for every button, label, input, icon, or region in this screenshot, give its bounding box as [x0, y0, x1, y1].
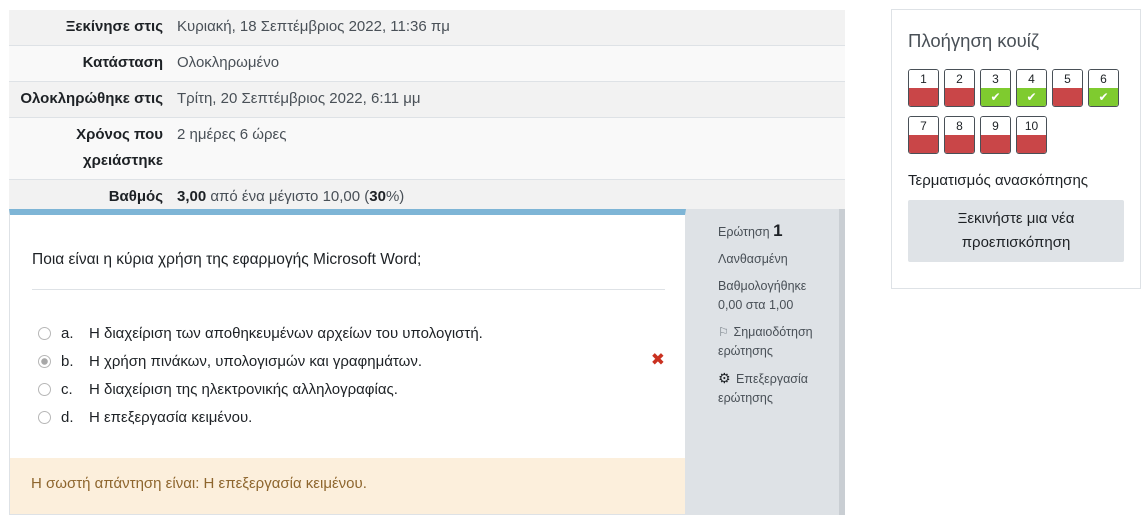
question-nav-grid: 1 2 3 ✔ 4 ✔ 5 6 ✔ 7 8 9 10 [908, 69, 1138, 163]
summary-row-state: Κατάσταση Ολοκληρωμένο [9, 45, 845, 82]
nav-question-button-8[interactable]: 8 [944, 116, 975, 154]
nav-question-number: 7 [909, 117, 938, 137]
nav-question-number: 1 [909, 70, 938, 90]
check-icon: ✔ [1017, 88, 1046, 106]
question-label: Ερώτηση [718, 225, 770, 239]
question-grade-info: Βαθμολογήθηκε 0,00 στα 1,00 [718, 277, 831, 315]
nav-question-button-6[interactable]: 6 ✔ [1088, 69, 1119, 107]
incorrect-state-bar [909, 88, 938, 106]
summary-value: Τρίτη, 20 Σεπτέμβριος 2022, 6:11 μμ [177, 90, 421, 107]
question-block: Ποια είναι η κύρια χρήση της εφαρμογής M… [9, 209, 845, 515]
radio-button[interactable] [38, 410, 51, 424]
answer-text: Η επεξεργασία κειμένου. [89, 408, 253, 426]
nav-question-button-2[interactable]: 2 [944, 69, 975, 107]
radio-button-selected[interactable] [38, 354, 51, 368]
new-preview-label: Ξεκινήστε μια νέα [957, 210, 1075, 227]
grade-percent: 30 [369, 188, 386, 205]
grade-score: 3,00 [177, 188, 207, 205]
question-number: Ερώτηση 1 [718, 221, 831, 242]
nav-question-button-7[interactable]: 7 [908, 116, 939, 154]
answer-text: Η χρήση πινάκων, υπολογισμών και γραφημά… [89, 352, 423, 370]
summary-row-time-taken: Χρόνος που χρειάστηκε 2 ημέρες 6 ώρες [9, 117, 845, 180]
nav-question-number: 4 [1017, 70, 1046, 90]
nav-question-button-5[interactable]: 5 [1052, 69, 1083, 107]
grade-tail: %) [385, 188, 405, 205]
nav-question-number: 6 [1089, 70, 1118, 90]
finish-review-link[interactable]: Τερματισμός ανασκόπησης [908, 172, 1088, 189]
question-number-value: 1 [773, 221, 783, 240]
nav-row: 1 2 3 ✔ 4 ✔ 5 6 ✔ [908, 69, 1138, 107]
incorrect-state-bar [945, 88, 974, 106]
flag-question-link[interactable]: ⚐ Σημαιοδότηση ερώτησης [718, 323, 831, 361]
incorrect-state-bar [1017, 135, 1046, 153]
nav-question-number: 5 [1053, 70, 1082, 90]
answer-text: Η διαχείριση της ηλεκτρονικής αλληλογραφ… [89, 380, 398, 398]
flag-label: Σημαιοδότηση [733, 325, 813, 339]
incorrect-icon: ✖ [650, 350, 665, 369]
summary-value: 2 ημέρες 6 ώρες [177, 126, 287, 143]
nav-question-number: 10 [1017, 117, 1046, 137]
nav-question-number: 3 [981, 70, 1010, 90]
check-icon: ✔ [981, 88, 1010, 106]
question-content: Ποια είναι η κύρια χρήση της εφαρμογής M… [9, 209, 686, 515]
summary-label: Κατάσταση [82, 54, 163, 71]
radio-button[interactable] [38, 382, 51, 396]
answer-option-a[interactable]: a. Η διαχείριση των αποθηκευμένων αρχείω… [38, 319, 663, 347]
gear-icon: ⚙ [718, 370, 731, 386]
graded-label: Βαθμολογήθηκε [718, 279, 807, 293]
summary-row-completed: Ολοκληρώθηκε στις Τρίτη, 20 Σεπτέμβριος … [9, 81, 845, 118]
new-preview-label-line2: προεπισκόπηση [961, 234, 1071, 251]
question-text: Ποια είναι η κύρια χρήση της εφαρμογής M… [32, 251, 422, 268]
nav-question-number: 2 [945, 70, 974, 90]
quiz-navigation-block: Πλοήγηση κουίζ 1 2 3 ✔ 4 ✔ 5 6 ✔ 7 8 9 10 Τερματισμό… [891, 9, 1141, 289]
nav-question-button-10[interactable]: 10 [1016, 116, 1047, 154]
incorrect-state-bar [909, 135, 938, 153]
summary-label: Χρόνος που χρειάστηκε [76, 126, 163, 169]
incorrect-state-bar [1053, 88, 1082, 106]
radio-button[interactable] [38, 326, 51, 340]
nav-question-button-9[interactable]: 9 [980, 116, 1011, 154]
edit-label-line2: ερώτησης [718, 391, 773, 405]
question-info-panel: Ερώτηση 1 Λανθασμένη Βαθμολογήθηκε 0,00 … [686, 209, 845, 515]
summary-value: Ολοκληρωμένο [177, 54, 280, 71]
summary-label: Ολοκληρώθηκε στις [20, 90, 163, 107]
answer-letter: b. [61, 352, 74, 370]
answer-letter: c. [61, 380, 73, 398]
nav-question-button-3[interactable]: 3 ✔ [980, 69, 1011, 107]
summary-row-started: Ξεκίνησε στις Κυριακή, 18 Σεπτέμβριος 20… [9, 10, 845, 46]
nav-row: 7 8 9 10 [908, 116, 1138, 154]
answer-option-b[interactable]: b. Η χρήση πινάκων, υπολογισμών και γραφ… [38, 347, 665, 375]
incorrect-state-bar [945, 135, 974, 153]
start-new-preview-button[interactable]: Ξεκινήστε μια νέα προεπισκόπηση [908, 200, 1124, 262]
grade-max-text: από ένα μέγιστο 10,00 ( [206, 188, 370, 205]
nav-question-button-4[interactable]: 4 ✔ [1016, 69, 1047, 107]
correct-answer-feedback: Η σωστή απάντηση είναι: Η επεξεργασία κε… [10, 458, 685, 514]
nav-question-number: 8 [945, 117, 974, 137]
divider [32, 289, 665, 290]
answer-letter: d. [61, 408, 74, 426]
incorrect-state-bar [981, 135, 1010, 153]
answer-list: a. Η διαχείριση των αποθηκευμένων αρχείω… [38, 319, 665, 431]
answer-option-c[interactable]: c. Η διαχείριση της ηλεκτρονικής αλληλογ… [38, 375, 663, 403]
nav-question-number: 9 [981, 117, 1010, 137]
answer-option-d[interactable]: d. Η επεξεργασία κειμένου. [38, 403, 663, 431]
summary-label: Ξεκίνησε στις [65, 18, 163, 35]
edit-question-link[interactable]: ⚙ Επεξεργασία ερώτησης [718, 369, 831, 408]
attempt-summary-table: Ξεκίνησε στις Κυριακή, 18 Σεπτέμβριος 20… [9, 10, 845, 215]
graded-value: 0,00 στα 1,00 [718, 298, 794, 312]
nav-question-button-1[interactable]: 1 [908, 69, 939, 107]
question-state: Λανθασμένη [718, 252, 788, 266]
nav-title: Πλοήγηση κουίζ [908, 30, 1039, 51]
summary-value: Κυριακή, 18 Σεπτέμβριος 2022, 11:36 πμ [177, 18, 450, 35]
answer-letter: a. [61, 324, 74, 342]
flag-icon: ⚐ [718, 325, 729, 339]
flag-label-line2: ερώτησης [718, 344, 773, 358]
edit-label: Επεξεργασία [736, 372, 809, 386]
answer-text: Η διαχείριση των αποθηκευμένων αρχείων τ… [89, 324, 483, 342]
check-icon: ✔ [1089, 88, 1118, 106]
